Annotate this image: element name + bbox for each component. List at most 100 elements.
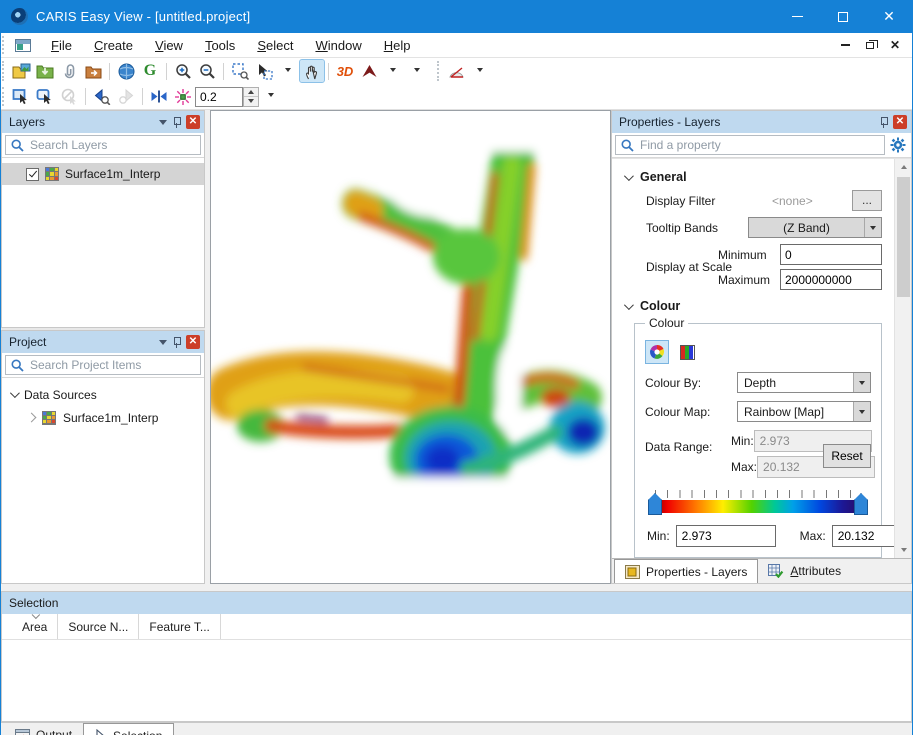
- menu-bar: File Create View Tools Select Window Hel…: [1, 33, 912, 58]
- attributes-tab-icon: [768, 564, 784, 578]
- clear-selection-button[interactable]: [57, 86, 81, 108]
- project-pin-icon[interactable]: [173, 337, 180, 348]
- general-collapse-icon[interactable]: [624, 171, 634, 181]
- scroll-down-arrow[interactable]: [895, 542, 911, 558]
- close-button[interactable]: ✕: [866, 0, 912, 33]
- properties-pin-icon[interactable]: [880, 117, 887, 128]
- scroll-up-arrow[interactable]: [895, 159, 911, 175]
- mdi-close-button[interactable]: ✕: [890, 40, 900, 50]
- next-view-icon: [117, 88, 135, 105]
- tab-attributes[interactable]: Attributes: [758, 559, 851, 583]
- attach-button[interactable]: [57, 60, 81, 82]
- scale-minimum-input[interactable]: [780, 244, 882, 265]
- column-feature-type[interactable]: Feature T...: [139, 614, 220, 639]
- mdi-minimize-button[interactable]: [841, 44, 850, 46]
- layers-search-input[interactable]: [30, 138, 195, 152]
- google-earth-button[interactable]: G: [138, 60, 162, 82]
- maximize-button[interactable]: [820, 0, 866, 33]
- select-by-rectangle-button[interactable]: [9, 86, 33, 108]
- menu-create[interactable]: Create: [83, 35, 144, 56]
- layer-list-item[interactable]: Surface1m_Interp: [2, 163, 204, 185]
- colour-by-dropdown[interactable]: Depth: [737, 372, 871, 393]
- selection-panel-title: Selection: [9, 596, 58, 610]
- zoom-out-button[interactable]: [195, 60, 219, 82]
- column-area[interactable]: Area: [12, 614, 58, 639]
- menu-select[interactable]: Select: [246, 35, 304, 56]
- zoom-in-icon: [175, 63, 192, 80]
- scrollbar-thumb[interactable]: [897, 177, 910, 297]
- layer-visibility-checkbox[interactable]: [26, 168, 39, 181]
- 3d-view-button[interactable]: 3D: [333, 60, 357, 82]
- chevron-right-icon[interactable]: [27, 413, 37, 423]
- open-file-button[interactable]: [9, 60, 33, 82]
- project-search-input[interactable]: [30, 358, 195, 372]
- selection-toolbar-overflow[interactable]: [259, 84, 283, 106]
- select-by-area-button[interactable]: [33, 86, 57, 108]
- layers-close-icon[interactable]: ✕: [186, 115, 200, 129]
- web-map-button[interactable]: [114, 60, 138, 82]
- horizontal-splitter[interactable]: [1, 584, 912, 591]
- range-min-input[interactable]: [676, 525, 776, 547]
- document-icon[interactable]: [15, 39, 31, 52]
- project-close-icon[interactable]: ✕: [186, 335, 200, 349]
- project-menu-caret-icon[interactable]: [159, 340, 167, 345]
- colour-map-label: Colour Map:: [645, 405, 737, 419]
- colour-wheel-button[interactable]: [645, 340, 669, 364]
- layers-menu-caret-icon[interactable]: [159, 120, 167, 125]
- property-search-input[interactable]: [640, 138, 879, 152]
- toolbar-selection: [1, 84, 912, 110]
- select-tool-button[interactable]: [252, 60, 276, 82]
- select-tool-dropdown[interactable]: [276, 59, 300, 81]
- menu-tools[interactable]: Tools: [194, 35, 246, 56]
- zoom-in-button[interactable]: [171, 60, 195, 82]
- reset-button[interactable]: Reset: [823, 444, 871, 468]
- property-settings-button[interactable]: [888, 135, 908, 155]
- export-button[interactable]: [81, 60, 105, 82]
- tree-item-data-sources[interactable]: Data Sources: [2, 384, 204, 405]
- pan-tool-button[interactable]: [300, 60, 324, 82]
- rgb-bands-button[interactable]: [675, 340, 699, 364]
- previous-view-icon: [93, 88, 111, 105]
- map-canvas[interactable]: [210, 110, 611, 584]
- fit-width-icon: [150, 89, 168, 104]
- colour-range-slider[interactable]: [647, 490, 869, 513]
- menu-file[interactable]: File: [40, 35, 83, 56]
- colour-map-dropdown[interactable]: Rainbow [Map]: [737, 401, 871, 422]
- select-area-icon: [36, 88, 54, 105]
- scale-maximum-input[interactable]: [780, 269, 882, 290]
- tab-output[interactable]: Output: [4, 723, 83, 735]
- tooltip-bands-dropdown[interactable]: (Z Band): [748, 217, 882, 238]
- mdi-restore-button[interactable]: [866, 42, 874, 49]
- flash-location-button[interactable]: [171, 86, 195, 108]
- colour-collapse-icon[interactable]: [624, 300, 634, 310]
- tab-selection[interactable]: Selection: [83, 723, 174, 735]
- measure-dropdown[interactable]: [468, 59, 492, 81]
- search-icon: [11, 359, 24, 372]
- selection-tab-icon: [95, 729, 107, 735]
- display-filter-browse-button[interactable]: ...: [852, 190, 882, 211]
- tab-properties-layers[interactable]: Properties - Layers: [614, 559, 758, 583]
- layers-pin-icon[interactable]: [173, 117, 180, 128]
- tolerance-stepper[interactable]: [243, 87, 259, 107]
- import-button[interactable]: [33, 60, 57, 82]
- minimize-button[interactable]: [774, 0, 820, 33]
- zoom-area-button[interactable]: [228, 60, 252, 82]
- toolbar-overflow[interactable]: [405, 59, 429, 81]
- north-arrow-button[interactable]: [357, 60, 381, 82]
- tolerance-input[interactable]: [195, 87, 243, 107]
- menu-help[interactable]: Help: [373, 35, 422, 56]
- tree-item-surface[interactable]: Surface1m_Interp: [2, 407, 204, 428]
- previous-view-button[interactable]: [90, 86, 114, 108]
- chevron-down-icon[interactable]: [10, 388, 20, 398]
- properties-close-icon[interactable]: ✕: [893, 115, 907, 129]
- select-cursor-icon: [256, 63, 273, 80]
- menu-view[interactable]: View: [144, 35, 194, 56]
- fit-width-button[interactable]: [147, 86, 171, 108]
- north-arrow-dropdown[interactable]: [381, 59, 405, 81]
- menu-window[interactable]: Window: [304, 35, 372, 56]
- zoom-area-icon: [232, 63, 249, 80]
- next-view-button[interactable]: [114, 86, 138, 108]
- column-source-name[interactable]: Source N...: [58, 614, 139, 639]
- measure-button[interactable]: [444, 60, 468, 82]
- properties-scrollbar[interactable]: [894, 159, 911, 558]
